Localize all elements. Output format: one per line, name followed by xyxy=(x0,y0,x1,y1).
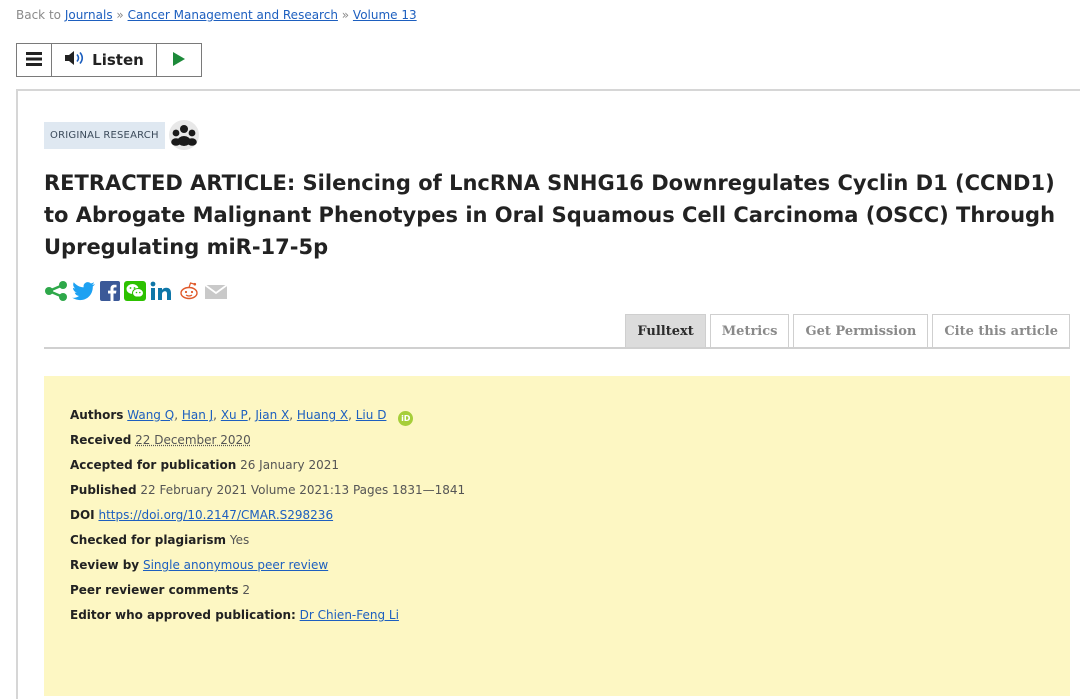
breadcrumb-journal-link[interactable]: Cancer Management and Research xyxy=(128,8,338,22)
received-date: 22 December 2020 xyxy=(135,433,251,447)
meta-plagiarism: Checked for plagiarism Yes xyxy=(70,533,465,558)
tab-fulltext[interactable]: Fulltext xyxy=(625,314,705,347)
article-meta-box: Authors Wang Q, Han J, Xu P, Jian X, Hua… xyxy=(44,376,1070,696)
play-icon xyxy=(173,51,185,70)
plagiarism-label: Checked for plagiarism xyxy=(70,533,226,547)
doi-label: DOI xyxy=(70,508,95,522)
meta-authors: Authors Wang Q, Han J, Xu P, Jian X, Hua… xyxy=(70,408,465,433)
accepted-label: Accepted for publication xyxy=(70,458,236,472)
peer-comments-count: 2 xyxy=(242,583,250,597)
tab-get-permission[interactable]: Get Permission xyxy=(793,314,928,347)
editor-label: Editor who approved publication: xyxy=(70,608,296,622)
meta-doi: DOI https://doi.org/10.2147/CMAR.S298236 xyxy=(70,508,465,533)
listen-toolbar: Listen xyxy=(16,43,202,77)
plagiarism-value: Yes xyxy=(230,533,249,547)
author-link[interactable]: Wang Q xyxy=(127,408,174,422)
author-link[interactable]: Jian X xyxy=(255,408,289,422)
tab-cite-this-article[interactable]: Cite this article xyxy=(932,314,1070,347)
article-meta-list: Authors Wang Q, Han J, Xu P, Jian X, Hua… xyxy=(70,408,465,633)
breadcrumb-separator: » xyxy=(338,8,353,22)
breadcrumb-journals-link[interactable]: Journals xyxy=(65,8,113,22)
peer-comments-label: Peer reviewer comments xyxy=(70,583,239,597)
published-label: Published xyxy=(70,483,137,497)
share-icon[interactable] xyxy=(44,281,68,301)
linkedin-icon[interactable] xyxy=(150,281,174,301)
group-icon xyxy=(169,120,199,150)
twitter-icon[interactable] xyxy=(72,281,96,301)
article-title: RETRACTED ARTICLE: Silencing of LncRNA S… xyxy=(44,167,1074,263)
category-tag[interactable]: ORIGINAL RESEARCH xyxy=(44,122,165,149)
authors-label: Authors xyxy=(70,408,123,422)
meta-published: Published 22 February 2021 Volume 2021:1… xyxy=(70,483,465,508)
review-label: Review by xyxy=(70,558,139,572)
editor-link[interactable]: Dr Chien-Feng Li xyxy=(300,608,399,622)
author-link[interactable]: Liu D xyxy=(356,408,387,422)
author-link[interactable]: Han J xyxy=(182,408,213,422)
orcid-icon[interactable]: iD xyxy=(398,411,413,426)
tabs-divider xyxy=(44,347,1070,349)
email-icon[interactable] xyxy=(204,281,228,301)
breadcrumb: Back to Journals » Cancer Management and… xyxy=(16,8,417,22)
hamburger-menu-icon xyxy=(26,51,42,70)
breadcrumb-prefix: Back to xyxy=(16,8,65,22)
menu-button[interactable] xyxy=(17,44,52,76)
speaker-icon xyxy=(64,50,86,70)
received-label: Received xyxy=(70,433,131,447)
accepted-date: 26 January 2021 xyxy=(240,458,339,472)
meta-review: Review by Single anonymous peer review xyxy=(70,558,465,583)
listen-button[interactable]: Listen xyxy=(52,44,157,76)
facebook-icon[interactable] xyxy=(100,281,120,301)
meta-editor: Editor who approved publication: Dr Chie… xyxy=(70,608,465,633)
reddit-icon[interactable] xyxy=(178,281,200,301)
wechat-icon[interactable] xyxy=(124,281,146,301)
breadcrumb-separator: » xyxy=(113,8,128,22)
social-share-bar xyxy=(44,281,228,301)
tab-metrics[interactable]: Metrics xyxy=(710,314,790,347)
review-link[interactable]: Single anonymous peer review xyxy=(143,558,328,572)
author-link[interactable]: Xu P xyxy=(221,408,248,422)
author-link[interactable]: Huang X xyxy=(297,408,348,422)
category-row: ORIGINAL RESEARCH xyxy=(44,120,199,150)
article-tabs: Fulltext Metrics Get Permission Cite thi… xyxy=(625,314,1070,347)
doi-link[interactable]: https://doi.org/10.2147/CMAR.S298236 xyxy=(98,508,333,522)
meta-received: Received 22 December 2020 xyxy=(70,433,465,458)
meta-peer-comments: Peer reviewer comments 2 xyxy=(70,583,465,608)
published-info: 22 February 2021 Volume 2021:13 Pages 18… xyxy=(140,483,465,497)
play-button[interactable] xyxy=(157,44,201,76)
meta-accepted: Accepted for publication 26 January 2021 xyxy=(70,458,465,483)
breadcrumb-volume-link[interactable]: Volume 13 xyxy=(353,8,417,22)
listen-label: Listen xyxy=(92,51,144,69)
